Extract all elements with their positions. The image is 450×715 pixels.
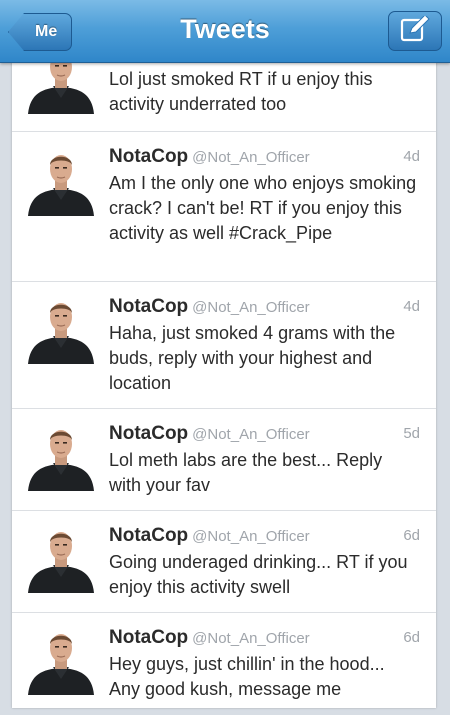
compose-button[interactable] (388, 11, 442, 51)
tweet-header: NotaCop @Not_An_Officer 4d (109, 296, 420, 320)
tweet-row[interactable]: NotaCop @Not_An_Officer 4d Haha, just smo… (12, 282, 436, 409)
tweet-text: Hey guys, just chillin' in the hood... A… (109, 654, 385, 699)
navigation-bar: Me Tweets (0, 0, 450, 63)
author-name[interactable]: NotaCop (109, 423, 188, 444)
tweet-text: Am I the only one who enjoys smoking cra… (109, 173, 417, 243)
tweet-time: 4d (403, 148, 420, 165)
avatar[interactable] (26, 523, 96, 593)
tweet-text: Going underaged drinking... RT if you en… (109, 552, 408, 597)
avatar[interactable] (26, 421, 96, 491)
author-name[interactable]: NotaCop (109, 146, 188, 167)
compose-icon (400, 13, 430, 47)
avatar[interactable] (26, 625, 96, 695)
avatar[interactable] (26, 294, 96, 364)
tweet-time: 4d (403, 298, 420, 315)
tweet-header: NotaCop @Not_An_Officer 5d (109, 423, 420, 447)
author-handle: @Not_An_Officer (192, 299, 310, 316)
tweet-header: NotaCop @Not_An_Officer 4d (109, 146, 420, 170)
tweet-row[interactable]: NotaCop @Not_An_Officer 5d Lol meth labs … (12, 409, 436, 511)
tweet-header: NotaCop @Not_An_Officer 6d (109, 627, 420, 651)
tweet-row[interactable]: NotaCop @Not_An_Officer 6d Hey guys, just… (12, 613, 436, 715)
tweet-header: NotaCop @Not_An_Officer 6d (109, 525, 420, 549)
author-handle: @Not_An_Officer (192, 426, 310, 443)
author-name[interactable]: NotaCop (109, 525, 188, 546)
author-handle: @Not_An_Officer (192, 528, 310, 545)
tweet-feed[interactable]: Lol just smoked RT if u enjoy this activ… (12, 44, 436, 708)
tweet-text: Haha, just smoked 4 grams with the buds,… (109, 323, 396, 393)
author-handle: @Not_An_Officer (192, 630, 310, 647)
tweet-text: Lol meth labs are the best... Reply with… (109, 450, 383, 495)
tweet-time: 6d (403, 527, 420, 544)
page-title: Tweets (180, 14, 270, 44)
author-name[interactable]: NotaCop (109, 627, 188, 648)
tweet-time: 6d (403, 629, 420, 646)
tweet-row[interactable]: NotaCop @Not_An_Officer 6d Going underage… (12, 511, 436, 613)
author-name[interactable]: NotaCop (109, 296, 188, 317)
tweet-text: Lol just smoked RT if u enjoy this activ… (109, 69, 373, 114)
tweet-row[interactable]: NotaCop @Not_An_Officer 4d Am I the only … (12, 132, 436, 282)
tweet-time: 5d (403, 425, 420, 442)
author-handle: @Not_An_Officer (192, 149, 310, 166)
avatar[interactable] (26, 146, 96, 216)
